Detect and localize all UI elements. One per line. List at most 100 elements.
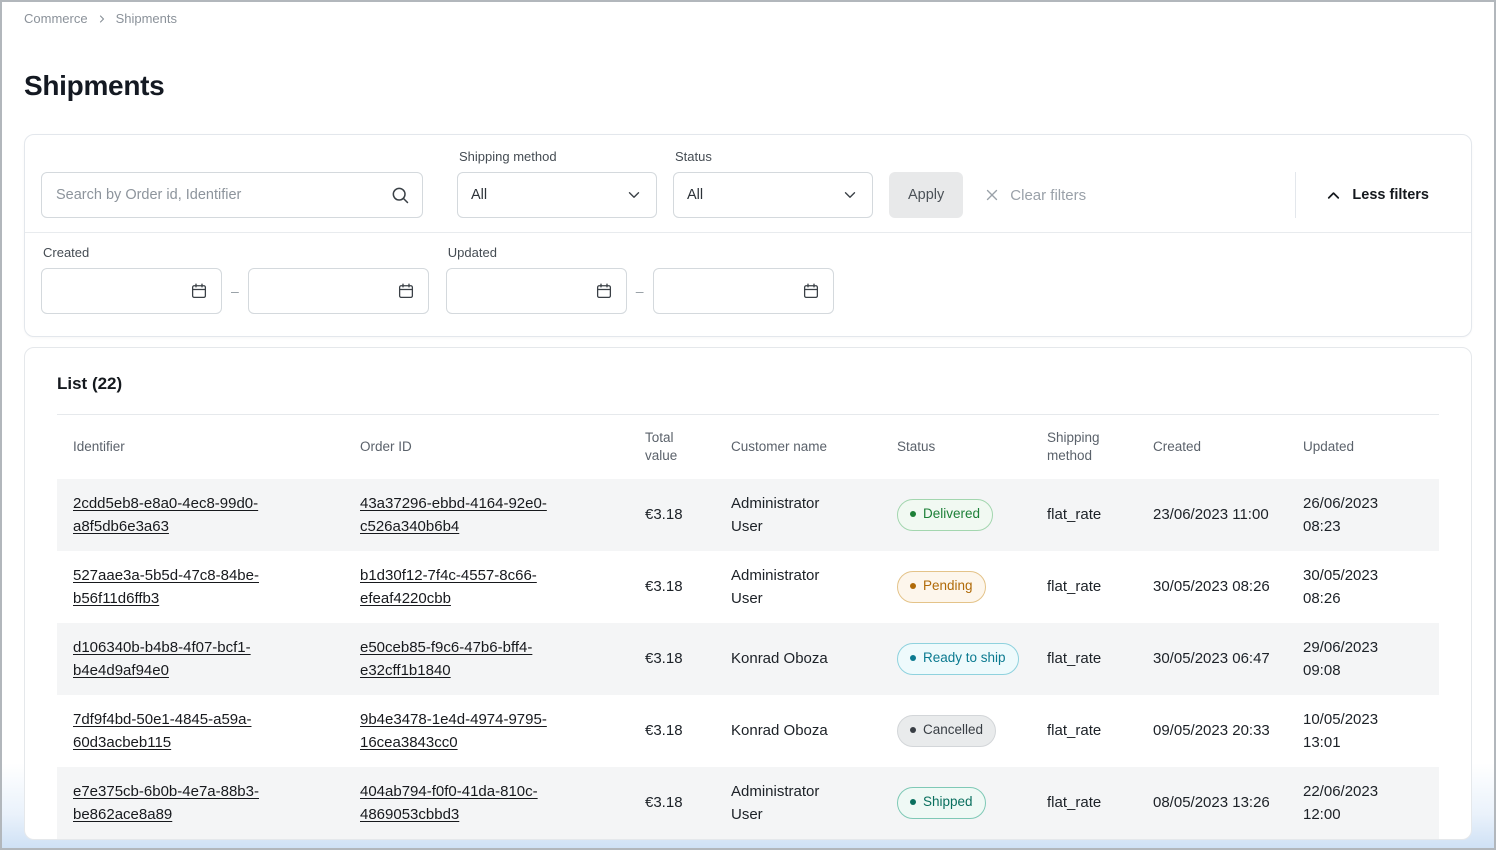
cell-updated: 30/05/2023 08:26 bbox=[1287, 554, 1439, 621]
calendar-icon bbox=[595, 282, 613, 300]
updated-label: Updated bbox=[448, 245, 834, 260]
updated-from-input[interactable] bbox=[446, 268, 627, 314]
cell-order-id: e50ceb85-f9c6-47b6-bff4-e32cff1b1840 bbox=[344, 626, 629, 693]
calendar-icon bbox=[802, 282, 820, 300]
table-body: 2cdd5eb8-e8a0-4ec8-99d0-a8f5db6e3a63 43a… bbox=[57, 479, 1439, 839]
chevron-up-icon bbox=[1324, 186, 1343, 205]
chevron-right-icon bbox=[96, 13, 108, 25]
search-input[interactable] bbox=[41, 172, 423, 218]
status-dot-icon bbox=[910, 799, 916, 805]
created-date-range: – bbox=[41, 268, 429, 314]
shipments-list-panel: List (22) Identifier Order ID Total valu… bbox=[24, 347, 1472, 840]
cell-total-value: €3.18 bbox=[629, 637, 715, 680]
order-id-link[interactable]: 404ab794-f0f0-41da-810c-4869053cbbd3 bbox=[360, 783, 538, 823]
cell-created: 23/06/2023 11:00 bbox=[1137, 493, 1287, 536]
cell-customer-name: Konrad Oboza bbox=[715, 637, 881, 680]
cell-identifier: e7e375cb-6b0b-4e7a-88b3-be862ace8a89 bbox=[57, 770, 344, 837]
cell-status: Shipped bbox=[881, 777, 1031, 829]
clear-filters-button[interactable]: Clear filters bbox=[979, 172, 1090, 218]
table-row: 2cdd5eb8-e8a0-4ec8-99d0-a8f5db6e3a63 43a… bbox=[57, 479, 1439, 551]
table-header: Identifier Order ID Total value Customer… bbox=[57, 414, 1439, 479]
column-header-identifier: Identifier bbox=[57, 415, 344, 479]
page-title: Shipments bbox=[24, 70, 1494, 102]
search-field-wrap bbox=[41, 172, 423, 218]
status-badge: Delivered bbox=[897, 499, 993, 531]
cell-identifier: 527aae3a-5b5d-47c8-84be-b56f11d6ffb3 bbox=[57, 554, 344, 621]
identifier-link[interactable]: 2cdd5eb8-e8a0-4ec8-99d0-a8f5db6e3a63 bbox=[73, 495, 258, 535]
shipping-method-filter: Shipping method All bbox=[457, 149, 657, 218]
order-id-link[interactable]: 9b4e3478-1e4d-4974-9795-16cea3843cc0 bbox=[360, 711, 547, 751]
cell-shipping-method: flat_rate bbox=[1031, 565, 1137, 608]
order-id-link[interactable]: 43a37296-ebbd-4164-92e0-c526a340b6b4 bbox=[360, 495, 547, 535]
created-date-filter: Created – bbox=[41, 245, 429, 314]
status-badge: Cancelled bbox=[897, 715, 996, 747]
status-dot-icon bbox=[910, 511, 916, 517]
updated-date-range: – bbox=[446, 268, 834, 314]
clear-filters-label: Clear filters bbox=[1010, 187, 1086, 204]
cell-identifier: 7df9f4bd-50e1-4845-a59a-60d3acbeb115 bbox=[57, 698, 344, 765]
cell-created: 09/05/2023 20:33 bbox=[1137, 709, 1287, 752]
filters-row-dates: Created – bbox=[25, 232, 1471, 336]
apply-button[interactable]: Apply bbox=[889, 172, 963, 218]
column-header-total-value: Total value bbox=[629, 415, 715, 479]
status-dot-icon bbox=[910, 583, 916, 589]
cell-shipping-method: flat_rate bbox=[1031, 781, 1137, 824]
identifier-link[interactable]: 7df9f4bd-50e1-4845-a59a-60d3acbeb115 bbox=[73, 711, 251, 751]
cell-order-id: b1d30f12-7f4c-4557-8c66-efeaf4220cbb bbox=[344, 554, 629, 621]
updated-to-input[interactable] bbox=[653, 268, 834, 314]
identifier-link[interactable]: e7e375cb-6b0b-4e7a-88b3-be862ace8a89 bbox=[73, 783, 259, 823]
shipping-method-value: All bbox=[471, 187, 487, 203]
shipping-method-label: Shipping method bbox=[459, 149, 657, 164]
cell-total-value: €3.18 bbox=[629, 781, 715, 824]
status-filter: Status All bbox=[673, 149, 873, 218]
less-filters-toggle[interactable]: Less filters bbox=[1295, 172, 1455, 218]
created-from-input[interactable] bbox=[41, 268, 222, 314]
breadcrumb: Commerce Shipments bbox=[2, 2, 1494, 26]
status-badge: Pending bbox=[897, 571, 986, 603]
status-badge: Ready to ship bbox=[897, 643, 1019, 675]
chevron-down-icon bbox=[841, 186, 859, 204]
status-label: Cancelled bbox=[923, 720, 983, 741]
created-to-input[interactable] bbox=[248, 268, 429, 314]
breadcrumb-commerce[interactable]: Commerce bbox=[24, 11, 88, 26]
status-label: Ready to ship bbox=[923, 648, 1006, 669]
cell-status: Pending bbox=[881, 561, 1031, 613]
table-row: e7e375cb-6b0b-4e7a-88b3-be862ace8a89 404… bbox=[57, 767, 1439, 839]
identifier-link[interactable]: d106340b-b4b8-4f07-bcf1-b4e4d9af94e0 bbox=[73, 639, 251, 679]
cell-shipping-method: flat_rate bbox=[1031, 709, 1137, 752]
cell-total-value: €3.18 bbox=[629, 565, 715, 608]
cell-order-id: 43a37296-ebbd-4164-92e0-c526a340b6b4 bbox=[344, 482, 629, 549]
cell-shipping-method: flat_rate bbox=[1031, 637, 1137, 680]
column-header-updated: Updated bbox=[1287, 415, 1439, 479]
cell-shipping-method: flat_rate bbox=[1031, 493, 1137, 536]
order-id-link[interactable]: b1d30f12-7f4c-4557-8c66-efeaf4220cbb bbox=[360, 567, 537, 607]
cell-created: 30/05/2023 08:26 bbox=[1137, 565, 1287, 608]
cell-status: Ready to ship bbox=[881, 633, 1031, 685]
cell-total-value: €3.18 bbox=[629, 493, 715, 536]
cell-created: 08/05/2023 13:26 bbox=[1137, 781, 1287, 824]
close-icon bbox=[983, 186, 1001, 204]
table-row: d106340b-b4b8-4f07-bcf1-b4e4d9af94e0 e50… bbox=[57, 623, 1439, 695]
cell-identifier: d106340b-b4b8-4f07-bcf1-b4e4d9af94e0 bbox=[57, 626, 344, 693]
cell-order-id: 9b4e3478-1e4d-4974-9795-16cea3843cc0 bbox=[344, 698, 629, 765]
shipments-page: Commerce Shipments Shipments Shipping me… bbox=[0, 0, 1496, 850]
cell-customer-name: Administrator User bbox=[715, 554, 881, 621]
cell-customer-name: Administrator User bbox=[715, 482, 881, 549]
status-dot-icon bbox=[910, 727, 916, 733]
identifier-link[interactable]: 527aae3a-5b5d-47c8-84be-b56f11d6ffb3 bbox=[73, 567, 259, 607]
chevron-down-icon bbox=[625, 186, 643, 204]
cell-status: Cancelled bbox=[881, 705, 1031, 757]
column-header-status: Status bbox=[881, 415, 1031, 479]
shipping-method-select[interactable]: All bbox=[457, 172, 657, 218]
range-dash: – bbox=[231, 283, 239, 299]
cell-customer-name: Administrator User bbox=[715, 770, 881, 837]
status-select[interactable]: All bbox=[673, 172, 873, 218]
column-header-order-id: Order ID bbox=[344, 415, 629, 479]
cell-identifier: 2cdd5eb8-e8a0-4ec8-99d0-a8f5db6e3a63 bbox=[57, 482, 344, 549]
cell-status: Delivered bbox=[881, 489, 1031, 541]
cell-created: 30/05/2023 06:47 bbox=[1137, 637, 1287, 680]
order-id-link[interactable]: e50ceb85-f9c6-47b6-bff4-e32cff1b1840 bbox=[360, 639, 532, 679]
list-title: List (22) bbox=[57, 348, 1439, 414]
status-label: Shipped bbox=[923, 792, 973, 813]
cell-total-value: €3.18 bbox=[629, 709, 715, 752]
